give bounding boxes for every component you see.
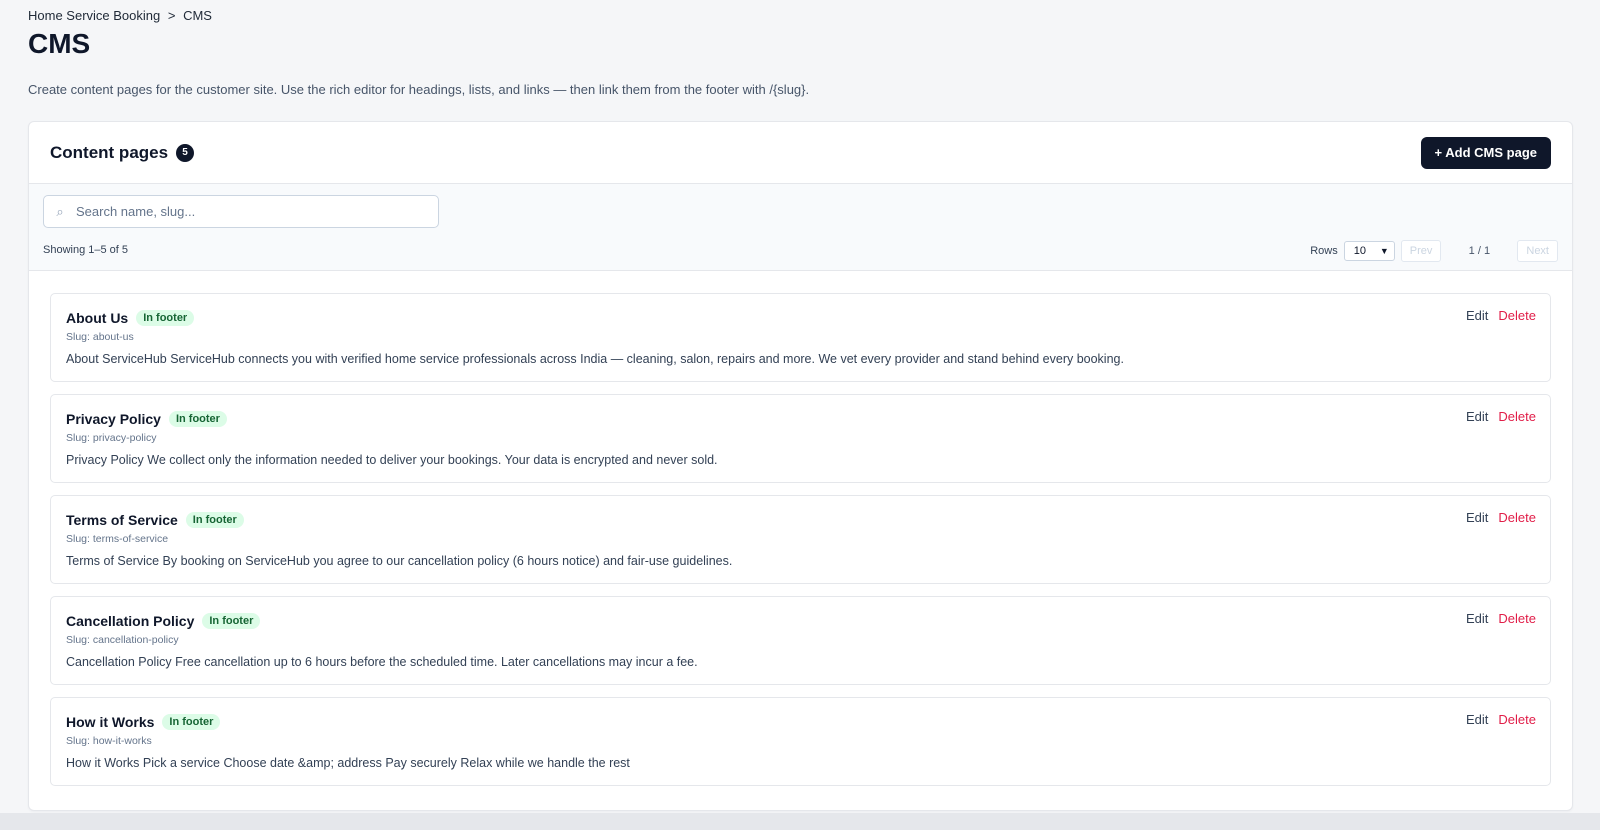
item-title: How it Works xyxy=(66,714,155,730)
edit-button[interactable]: Edit xyxy=(1466,712,1488,727)
cms-page-item: Cancellation Policy In footer Slug: canc… xyxy=(50,596,1551,685)
item-actions: Edit Delete xyxy=(1466,510,1536,525)
page-title: CMS xyxy=(28,28,91,59)
item-title: About Us xyxy=(66,310,129,326)
item-excerpt: Privacy Policy We collect only the infor… xyxy=(66,453,718,467)
in-footer-badge: In footer xyxy=(168,411,227,427)
page-description: Create content pages for the customer si… xyxy=(28,82,810,97)
content-pages-card: Content pages 5 + Add CMS page ⌕ Showing… xyxy=(28,121,1573,811)
search-box[interactable]: ⌕ xyxy=(43,195,439,228)
rows-per-page-select[interactable]: 10 ▼ xyxy=(1343,241,1395,261)
in-footer-badge: In footer xyxy=(202,613,261,629)
add-cms-page-button[interactable]: + Add CMS page xyxy=(1420,136,1551,169)
edit-button[interactable]: Edit xyxy=(1466,409,1488,424)
edit-button[interactable]: Edit xyxy=(1466,611,1488,626)
delete-button[interactable]: Delete xyxy=(1498,510,1536,525)
card-header: Content pages 5 + Add CMS page xyxy=(29,122,1572,184)
item-title: Privacy Policy xyxy=(66,411,161,427)
cms-page: Home Service Booking > CMS CMS Create co… xyxy=(0,0,1600,830)
edit-button[interactable]: Edit xyxy=(1466,308,1488,323)
card-title: Content pages xyxy=(50,142,169,162)
item-actions: Edit Delete xyxy=(1466,712,1536,727)
item-slug: Slug: privacy-policy xyxy=(66,432,157,444)
item-header: Terms of Service In footer xyxy=(66,510,1536,530)
rows-label: Rows xyxy=(1310,245,1338,257)
in-footer-badge: In footer xyxy=(185,512,244,528)
next-button[interactable]: Next xyxy=(1517,240,1558,262)
toolbar: ⌕ Showing 1–5 of 5 Rows 10 ▼ Prev 1 / 1 … xyxy=(29,184,1572,271)
item-title: Cancellation Policy xyxy=(66,613,195,629)
item-header: Privacy Policy In footer xyxy=(66,409,1536,429)
chevron-down-icon: ▼ xyxy=(1379,246,1389,256)
item-actions: Edit Delete xyxy=(1466,409,1536,424)
breadcrumb-current: CMS xyxy=(183,8,212,23)
breadcrumb-parent-link[interactable]: Home Service Booking xyxy=(28,8,160,23)
item-slug: Slug: about-us xyxy=(66,331,134,343)
item-actions: Edit Delete xyxy=(1466,611,1536,626)
cms-page-item: Privacy Policy In footer Slug: privacy-p… xyxy=(50,394,1551,483)
item-excerpt: About ServiceHub ServiceHub connects you… xyxy=(66,352,1124,366)
in-footer-badge: In footer xyxy=(136,310,195,326)
breadcrumb-separator: > xyxy=(167,8,176,23)
prev-button[interactable]: Prev xyxy=(1400,240,1442,262)
search-input[interactable] xyxy=(76,204,428,219)
page-indicator: 1 / 1 xyxy=(1468,245,1491,257)
item-excerpt: Cancellation Policy Free cancellation up… xyxy=(66,655,698,669)
in-footer-badge: In footer xyxy=(162,714,221,730)
item-header: About Us In footer xyxy=(66,308,1536,328)
cms-page-list: About Us In footer Slug: about-us About … xyxy=(29,271,1572,786)
pagination: Rows 10 ▼ Prev 1 / 1 Next xyxy=(1310,240,1558,262)
delete-button[interactable]: Delete xyxy=(1498,712,1536,727)
horizontal-scrollbar[interactable] xyxy=(0,813,1600,830)
cms-page-item: Terms of Service In footer Slug: terms-o… xyxy=(50,495,1551,584)
item-slug: Slug: cancellation-policy xyxy=(66,634,179,646)
item-excerpt: Terms of Service By booking on ServiceHu… xyxy=(66,554,733,568)
search-icon: ⌕ xyxy=(56,203,64,219)
count-badge: 5 xyxy=(176,143,195,162)
delete-button[interactable]: Delete xyxy=(1498,409,1536,424)
delete-button[interactable]: Delete xyxy=(1498,308,1536,323)
item-slug: Slug: terms-of-service xyxy=(66,533,169,545)
rows-value: 10 xyxy=(1353,245,1366,257)
item-title: Terms of Service xyxy=(66,512,178,528)
item-header: Cancellation Policy In footer xyxy=(66,611,1536,631)
item-actions: Edit Delete xyxy=(1466,308,1536,323)
item-slug: Slug: how-it-works xyxy=(66,735,152,747)
showing-count: Showing 1–5 of 5 xyxy=(43,244,129,256)
item-header: How it Works In footer xyxy=(66,712,1536,732)
item-excerpt: How it Works Pick a service Choose date … xyxy=(66,756,630,770)
cms-page-item: How it Works In footer Slug: how-it-work… xyxy=(50,697,1551,786)
card-title-group: Content pages 5 xyxy=(50,142,195,163)
cms-page-item: About Us In footer Slug: about-us About … xyxy=(50,293,1551,382)
breadcrumb: Home Service Booking > CMS xyxy=(28,8,212,23)
edit-button[interactable]: Edit xyxy=(1466,510,1488,525)
delete-button[interactable]: Delete xyxy=(1498,611,1536,626)
